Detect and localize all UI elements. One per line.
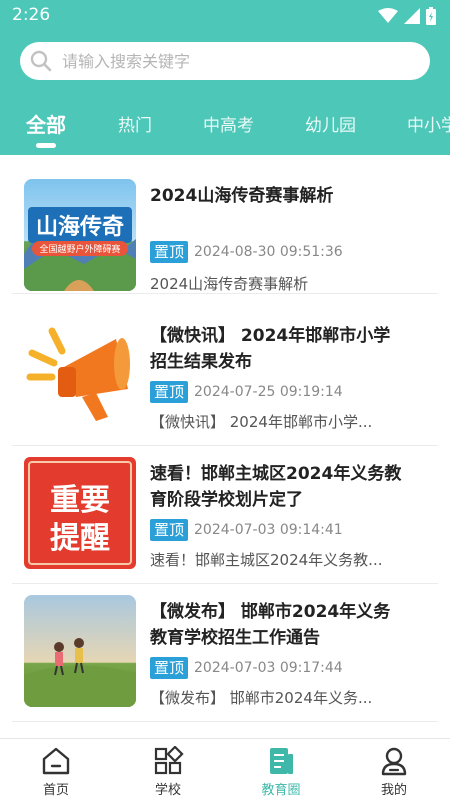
system-icons [378,7,436,25]
article-date: 2024-07-03 09:14:41 [194,522,343,538]
article-meta: 置顶 2024-07-03 09:17:44 [150,657,343,679]
thumb-main-text: 山海传奇 [28,207,132,243]
bottom-nav: 首页 学校 教育圈 我的 [0,738,450,801]
article-thumbnail [24,595,136,707]
article-list: 山海传奇 全国越野户外障碍赛 2024山海传奇赛事解析 置顶 2024-08-3… [0,155,450,738]
nav-school[interactable]: 学校 [112,739,224,801]
article-title: 2024山海传奇赛事解析 [150,186,334,206]
article-item[interactable]: 山海传奇 全国越野户外障碍赛 2024山海传奇赛事解析 置顶 2024-08-3… [12,155,438,294]
search-icon [30,50,52,72]
category-tabs: 全部 热门 中高考 幼儿园 中小学 [0,105,450,155]
tab-kindergarten[interactable]: 幼儿园 [305,111,356,136]
article-title: 速看！邯郸主城区2024年义务教育阶段学校划片定了 [150,464,402,510]
article-meta: 置顶 2024-08-30 09:51:36 [150,241,343,263]
status-time: 2:26 [12,5,51,25]
article-summary: 2024山海传奇赛事解析 [150,275,309,293]
header: 2:26 全部 热门 中高考 幼儿园 中小学 [0,0,450,155]
tab-hot[interactable]: 热门 [118,111,152,136]
article-title: 【微发布】 邯郸市2024年义务教育学校招生工作通告 [150,602,391,648]
thumb-line2: 提醒 [50,521,110,556]
article-date: 2024-07-25 09:19:14 [194,384,343,400]
article-summary: 【微发布】 邯郸市2024年义务... [150,689,373,707]
school-grid-icon [154,746,184,775]
article-meta: 置顶 2024-07-25 09:19:14 [150,381,343,403]
nav-label: 教育圈 [261,783,301,798]
article-thumbnail: 重要 提醒 [24,457,136,569]
pin-badge: 置顶 [150,519,189,541]
article-summary: 速看！邯郸主城区2024年义务教... [150,551,383,569]
search-input[interactable] [60,50,404,72]
nav-label: 我的 [380,783,407,798]
article-summary: 【微快讯】 2024年邯郸市小学... [150,413,373,431]
tab-primary-middle[interactable]: 中小学 [407,111,450,136]
article-item[interactable]: 【微快讯】 2024年邯郸市小学招生结果发布 置顶 2024-07-25 09:… [12,307,438,446]
article-date: 2024-07-03 09:17:44 [194,660,343,676]
nav-profile[interactable]: 我的 [338,739,450,801]
article-title: 【微快讯】 2024年邯郸市小学招生结果发布 [150,326,391,372]
article-thumbnail: 山海传奇 全国越野户外障碍赛 [24,179,136,291]
thumb-sub-text: 全国越野户外障碍赛 [32,241,128,256]
nav-home[interactable]: 首页 [0,739,112,801]
tab-exam[interactable]: 中高考 [203,111,254,136]
home-icon [42,747,70,775]
article-thumbnail [24,319,136,431]
wifi-icon [378,8,398,23]
article-date: 2024-08-30 09:51:36 [194,244,343,260]
document-icon [270,748,293,774]
nav-education-circle[interactable]: 教育圈 [225,739,337,801]
battery-icon [426,7,436,25]
tab-all[interactable]: 全部 [26,109,66,138]
pin-badge: 置顶 [150,381,189,403]
megaphone-icon [26,327,130,421]
pin-badge: 置顶 [150,241,189,263]
article-meta: 置顶 2024-07-03 09:14:41 [150,519,343,541]
profile-icon [381,747,407,776]
status-bar: 2:26 [0,0,450,32]
nav-label: 学校 [154,783,181,798]
article-item[interactable]: 【微发布】 邯郸市2024年义务教育学校招生工作通告 置顶 2024-07-03… [12,583,438,722]
children-scene [24,638,136,707]
search-bar[interactable] [20,42,430,80]
signal-icon [404,8,420,24]
nav-label: 首页 [42,783,69,798]
article-item[interactable]: 重要 提醒 速看！邯郸主城区2024年义务教育阶段学校划片定了 置顶 2024-… [12,445,438,584]
pin-badge: 置顶 [150,657,189,679]
tab-indicator [36,143,56,148]
